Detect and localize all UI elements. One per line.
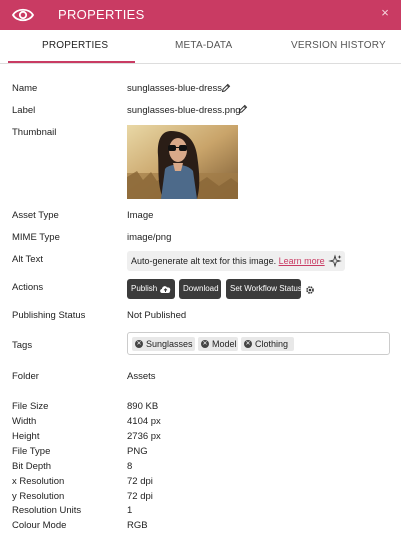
publish-label: Publish xyxy=(131,284,158,293)
bit-depth-value: 8 xyxy=(127,461,133,472)
x-resolution-value: 72 dpi xyxy=(127,476,153,487)
remove-tag-icon[interactable]: ✕ xyxy=(201,340,209,348)
mime-type-label: MIME Type xyxy=(12,232,60,243)
tags-label: Tags xyxy=(12,340,33,351)
x-resolution-label: x Resolution xyxy=(12,476,65,487)
learn-more-link[interactable]: Learn more xyxy=(279,256,325,266)
bit-depth-label: Bit Depth xyxy=(12,461,52,472)
tag-chip[interactable]: ✕ Model xyxy=(198,337,238,351)
folder-label: Folder xyxy=(12,371,39,382)
tab-version-history[interactable]: VERSION HISTORY xyxy=(291,40,386,51)
asset-type-value: Image xyxy=(127,210,154,221)
name-label: Name xyxy=(12,83,38,94)
label-label: Label xyxy=(12,105,36,116)
tag-chip[interactable]: ✕ Clothing xyxy=(241,337,294,351)
panel-header: PROPERTIES × xyxy=(0,0,401,30)
label-value: sunglasses-blue-dress.png xyxy=(127,105,241,116)
name-value: sunglasses-blue-dress xyxy=(127,83,223,94)
y-resolution-label: y Resolution xyxy=(12,491,65,502)
asset-thumbnail xyxy=(127,125,238,199)
tab-meta-data[interactable]: META-DATA xyxy=(175,40,232,51)
height-value: 2736 px xyxy=(127,431,161,442)
workflow-label: Set Workflow Status xyxy=(230,284,302,293)
colour-mode-label: Colour Mode xyxy=(12,520,67,531)
sparkle-icon[interactable] xyxy=(328,254,342,268)
tag-label: Clothing xyxy=(255,339,289,349)
alt-text-message: Auto-generate alt text for this image. xyxy=(131,256,277,266)
pencil-icon[interactable] xyxy=(221,83,231,93)
set-workflow-status-button[interactable]: Set Workflow Status xyxy=(226,279,302,299)
file-size-label: File Size xyxy=(12,401,49,412)
alt-text-suggestion: Auto-generate alt text for this image. L… xyxy=(127,251,345,271)
publish-button[interactable]: Publish xyxy=(127,279,175,299)
close-icon[interactable]: × xyxy=(379,6,391,20)
width-label: Width xyxy=(12,416,37,427)
remove-tag-icon[interactable]: ✕ xyxy=(244,340,252,348)
y-resolution-value: 72 dpi xyxy=(127,491,153,502)
file-size-value: 890 KB xyxy=(127,401,159,412)
resolution-units-label: Resolution Units xyxy=(12,505,82,516)
tag-label: Sunglasses xyxy=(146,339,193,349)
actions-label: Actions xyxy=(12,282,44,293)
download-button[interactable]: Download xyxy=(179,279,221,299)
publishing-status-value: Not Published xyxy=(127,310,187,321)
asset-type-label: Asset Type xyxy=(12,210,59,221)
publishing-status-label: Publishing Status xyxy=(12,310,86,321)
file-type-value: PNG xyxy=(127,446,148,457)
tag-label: Model xyxy=(212,339,237,349)
tab-bar: PROPERTIES META-DATA VERSION HISTORY xyxy=(0,30,401,64)
mime-type-value: image/png xyxy=(127,232,172,243)
active-tab-indicator xyxy=(8,61,135,63)
alt-text-label: Alt Text xyxy=(12,254,43,265)
pencil-icon[interactable] xyxy=(238,104,248,114)
resolution-units-value: 1 xyxy=(127,505,133,516)
tags-input[interactable]: ✕ Sunglasses ✕ Model ✕ Clothing xyxy=(127,332,390,355)
remove-tag-icon[interactable]: ✕ xyxy=(135,340,143,348)
tag-chip[interactable]: ✕ Sunglasses xyxy=(132,337,195,351)
height-label: Height xyxy=(12,431,40,442)
file-type-label: File Type xyxy=(12,446,51,457)
panel-title: PROPERTIES xyxy=(58,7,145,22)
eye-icon xyxy=(12,8,34,22)
cloud-upload-icon xyxy=(160,286,171,293)
gear-icon[interactable] xyxy=(305,285,315,295)
folder-value: Assets xyxy=(127,371,156,382)
width-value: 4104 px xyxy=(127,416,161,427)
thumbnail-label: Thumbnail xyxy=(12,127,57,138)
download-label: Download xyxy=(183,284,219,293)
tab-properties[interactable]: PROPERTIES xyxy=(42,40,108,51)
colour-mode-value: RGB xyxy=(127,520,148,531)
